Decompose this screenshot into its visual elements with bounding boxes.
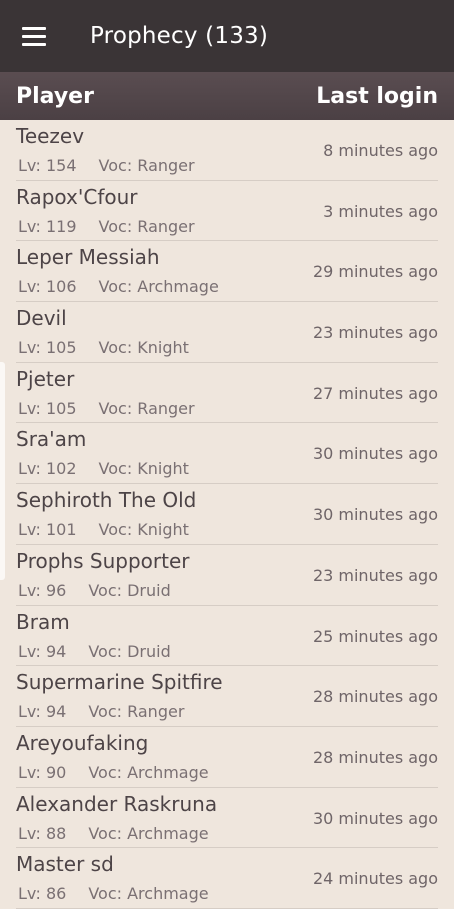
player-row[interactable]: Leper Messiah Lv: 106 Voc: Archmage 29 mi… xyxy=(16,241,438,303)
last-login: 28 minutes ago xyxy=(312,687,438,707)
player-meta: Lv: 101 Voc: Knight xyxy=(18,520,189,539)
player-name: Supermarine Spitfire xyxy=(16,670,223,695)
player-level: Lv: 105 xyxy=(18,398,77,418)
last-login: 23 minutes ago xyxy=(312,565,438,585)
player-vocation: Voc: Archmage xyxy=(88,823,209,843)
player-meta: Lv: 88 Voc: Archmage xyxy=(18,824,209,843)
player-meta: Lv: 94 Voc: Druid xyxy=(18,642,171,661)
menu-icon-bar xyxy=(22,42,46,46)
player-vocation: Voc: Knight xyxy=(98,520,189,540)
player-meta: Lv: 106 Voc: Archmage xyxy=(18,277,219,296)
player-level: Lv: 154 xyxy=(18,156,77,175)
last-login: 24 minutes ago xyxy=(312,869,438,889)
player-level: Lv: 106 xyxy=(18,277,77,297)
player-list: Teezev Lv: 154 Voc: Ranger 8 minutes ago … xyxy=(0,120,454,909)
player-row[interactable]: Teezev Lv: 154 Voc: Ranger 8 minutes ago xyxy=(16,120,438,181)
player-vocation: Voc: Archmage xyxy=(98,277,219,297)
column-header-player[interactable]: Player xyxy=(16,84,94,109)
column-header-last-login[interactable]: Last login xyxy=(316,84,438,109)
player-meta: Lv: 154 Voc: Ranger xyxy=(18,156,195,175)
player-meta: Lv: 90 Voc: Archmage xyxy=(18,763,209,782)
player-name: Bram xyxy=(16,609,70,634)
player-row[interactable]: Prophs Supporter Lv: 96 Voc: Druid 23 min… xyxy=(16,545,438,606)
menu-icon[interactable] xyxy=(16,18,52,54)
last-login: 30 minutes ago xyxy=(312,444,438,464)
player-meta: Lv: 94 Voc: Ranger xyxy=(18,702,184,721)
player-row[interactable]: Supermarine Spitfire Lv: 94 Voc: Ranger 2… xyxy=(16,666,438,727)
player-meta: Lv: 86 Voc: Archmage xyxy=(18,884,209,903)
player-level: Lv: 90 xyxy=(18,762,67,782)
player-vocation: Voc: Ranger xyxy=(98,398,195,418)
player-vocation: Voc: Knight xyxy=(98,338,189,358)
menu-icon-bar xyxy=(22,34,46,38)
player-vocation: Voc: Druid xyxy=(88,641,171,661)
player-name: Pjeter xyxy=(16,366,75,391)
table-header: Player Last login xyxy=(0,72,454,120)
player-level: Lv: 119 xyxy=(18,216,77,236)
player-level: Lv: 105 xyxy=(18,338,77,358)
last-login: 3 minutes ago xyxy=(323,201,438,221)
player-vocation: Voc: Ranger xyxy=(98,156,195,175)
player-row[interactable]: Sra'am Lv: 102 Voc: Knight 30 minutes ago xyxy=(16,423,438,485)
player-name: Master sd xyxy=(16,852,114,877)
player-meta: Lv: 102 Voc: Knight xyxy=(18,459,189,478)
app-bar: Prophecy (133) xyxy=(0,0,454,72)
player-name: Devil xyxy=(16,306,67,331)
player-level: Lv: 101 xyxy=(18,520,77,540)
player-vocation: Voc: Druid xyxy=(88,580,171,600)
last-login: 27 minutes ago xyxy=(312,383,438,403)
player-row[interactable]: Rapox'Cfour Lv: 119 Voc: Ranger 3 minutes… xyxy=(16,181,438,242)
player-level: Lv: 94 xyxy=(18,702,67,722)
player-meta: Lv: 96 Voc: Druid xyxy=(18,581,171,600)
player-name: Teezev xyxy=(16,124,85,148)
drawer-edge-handle[interactable] xyxy=(0,362,5,580)
player-vocation: Voc: Ranger xyxy=(88,702,185,722)
player-vocation: Voc: Archmage xyxy=(88,762,209,782)
player-vocation: Voc: Ranger xyxy=(98,216,195,236)
player-row[interactable]: Devil Lv: 105 Voc: Knight 23 minutes ago xyxy=(16,302,438,363)
player-vocation: Voc: Archmage xyxy=(88,884,209,904)
player-vocation: Voc: Knight xyxy=(98,459,189,479)
player-level: Lv: 86 xyxy=(18,884,67,904)
player-name: Sephiroth The Old xyxy=(16,488,197,513)
player-level: Lv: 102 xyxy=(18,459,77,479)
player-row[interactable]: Alexander Raskruna Lv: 88 Voc: Archmage 3… xyxy=(16,788,438,849)
page-title: Prophecy (133) xyxy=(90,23,269,49)
last-login: 8 minutes ago xyxy=(323,141,438,160)
last-login: 25 minutes ago xyxy=(312,626,438,646)
player-name: Areyoufaking xyxy=(16,730,149,755)
last-login: 28 minutes ago xyxy=(312,747,438,767)
menu-icon-bar xyxy=(22,26,46,30)
player-name: Alexander Raskruna xyxy=(16,791,218,816)
player-row[interactable]: Bram Lv: 94 Voc: Druid 25 minutes ago xyxy=(16,606,438,667)
last-login: 30 minutes ago xyxy=(312,808,438,828)
player-row[interactable]: Areyoufaking Lv: 90 Voc: Archmage 28 minu… xyxy=(16,727,438,788)
player-name: Leper Messiah xyxy=(16,245,160,270)
player-row[interactable]: Pjeter Lv: 105 Voc: Ranger 27 minutes ago xyxy=(16,363,438,424)
player-row[interactable]: Sephiroth The Old Lv: 101 Voc: Knight 30 … xyxy=(16,484,438,545)
player-meta: Lv: 105 Voc: Knight xyxy=(18,338,189,357)
player-name: Rapox'Cfour xyxy=(16,184,138,209)
player-meta: Lv: 119 Voc: Ranger xyxy=(18,217,195,236)
player-meta: Lv: 105 Voc: Ranger xyxy=(18,399,195,418)
last-login: 30 minutes ago xyxy=(312,505,438,525)
player-name: Sra'am xyxy=(16,427,87,452)
player-level: Lv: 96 xyxy=(18,580,67,600)
last-login: 29 minutes ago xyxy=(312,262,438,282)
player-level: Lv: 94 xyxy=(18,641,67,661)
player-level: Lv: 88 xyxy=(18,823,67,843)
player-name: Prophs Supporter xyxy=(16,548,190,573)
last-login: 23 minutes ago xyxy=(312,323,438,343)
